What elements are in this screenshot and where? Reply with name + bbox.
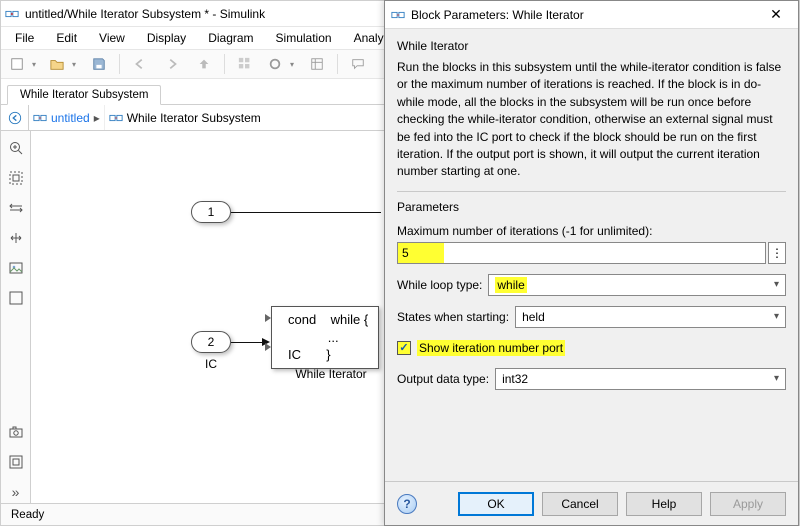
- open-model-button[interactable]: ▾: [45, 52, 81, 76]
- up-button[interactable]: [190, 52, 218, 76]
- states-when-starting-label: States when starting:: [397, 310, 509, 324]
- param-output-data-type: Output data type: int32 ▾: [397, 368, 786, 390]
- parameters-heading: Parameters: [397, 200, 786, 214]
- max-iterations-more-button[interactable]: ⋮: [768, 242, 786, 264]
- record-icon[interactable]: [5, 451, 27, 473]
- model-explorer-button[interactable]: [303, 52, 331, 76]
- help-button[interactable]: Help: [626, 492, 702, 516]
- ok-button[interactable]: OK: [458, 492, 534, 516]
- menu-diagram[interactable]: Diagram: [198, 29, 263, 47]
- output-data-type-combo[interactable]: int32 ▾: [495, 368, 786, 390]
- tab-while-iterator-subsystem[interactable]: While Iterator Subsystem: [7, 85, 161, 105]
- annotations-icon[interactable]: [5, 227, 27, 249]
- param-while-type: While loop type: while ▾: [397, 274, 786, 296]
- question-icon: ?: [403, 497, 410, 511]
- inport-block-1[interactable]: 1: [191, 201, 231, 223]
- param-states-when-starting: States when starting: held ▾: [397, 306, 786, 328]
- toolbar-separator: [119, 54, 120, 74]
- signal-wire: [231, 342, 263, 343]
- output-data-type-label: Output data type:: [397, 372, 489, 386]
- toggle-perspective-icon[interactable]: [5, 197, 27, 219]
- dialog-button-row: ? OK Cancel Help Apply: [385, 481, 798, 525]
- save-button[interactable]: [85, 52, 113, 76]
- chevron-down-icon: ▾: [774, 311, 779, 322]
- toolbar-separator: [224, 54, 225, 74]
- breadcrumb-back-button[interactable]: [1, 105, 29, 130]
- left-palette: »: [1, 131, 31, 503]
- menu-edit[interactable]: Edit: [46, 29, 87, 47]
- chevron-down-icon: ▾: [72, 60, 76, 69]
- simulink-app-icon: [5, 7, 19, 21]
- checkbox-icon: ✓: [397, 341, 411, 355]
- max-iterations-label: Maximum number of iterations (-1 for unl…: [397, 224, 786, 238]
- while-type-combo[interactable]: while ▾: [488, 274, 786, 296]
- show-iteration-port-label: Show iteration number port: [417, 340, 565, 356]
- input-port-icon: [265, 343, 271, 351]
- output-data-type-value: int32: [502, 372, 528, 386]
- library-browser-button[interactable]: [231, 52, 259, 76]
- close-icon: ✕: [770, 6, 782, 23]
- window-title: untitled/While Iterator Subsystem * - Si…: [25, 7, 265, 21]
- image-icon[interactable]: [5, 257, 27, 279]
- while-type-value: while: [495, 277, 526, 293]
- fit-to-view-icon[interactable]: [5, 167, 27, 189]
- comment-button[interactable]: [344, 52, 372, 76]
- chevron-down-icon: ▾: [290, 60, 294, 69]
- dialog-titlebar: Block Parameters: While Iterator ✕: [385, 1, 798, 29]
- inport-1-label: 1: [208, 205, 215, 219]
- simulink-model-icon: [33, 111, 47, 125]
- breadcrumb-current-label: While Iterator Subsystem: [127, 111, 261, 125]
- apply-button[interactable]: Apply: [710, 492, 786, 516]
- dialog-close-button[interactable]: ✕: [756, 1, 796, 28]
- while-iterator-block-text: cond while { ... IC }: [288, 312, 368, 362]
- breadcrumb-root[interactable]: untitled ▸: [29, 105, 105, 130]
- inport-2-caption: IC: [199, 357, 223, 371]
- context-help-button[interactable]: ?: [397, 494, 417, 514]
- block-parameters-dialog: Block Parameters: While Iterator ✕ While…: [384, 0, 799, 526]
- dialog-title: Block Parameters: While Iterator: [411, 8, 750, 22]
- chevron-down-icon: ▾: [774, 373, 779, 384]
- subsystem-icon: [109, 111, 123, 125]
- dialog-heading: While Iterator: [397, 39, 786, 53]
- screenshot-icon[interactable]: [5, 421, 27, 443]
- inport-block-2[interactable]: 2: [191, 331, 231, 353]
- toolbar-separator: [337, 54, 338, 74]
- inport-2-label: 2: [208, 335, 215, 349]
- while-iterator-block[interactable]: cond while { ... IC }: [271, 306, 379, 369]
- signal-wire: [231, 212, 381, 213]
- states-when-starting-combo[interactable]: held ▾: [515, 306, 786, 328]
- chevron-down-icon: ▾: [774, 279, 779, 290]
- show-iteration-port-checkbox[interactable]: ✓ Show iteration number port: [397, 340, 786, 356]
- new-model-button[interactable]: ▾: [5, 52, 41, 76]
- model-config-button[interactable]: ▾: [263, 52, 299, 76]
- chevron-down-icon: ▾: [32, 60, 36, 69]
- more-icon[interactable]: »: [5, 481, 27, 503]
- zoom-icon[interactable]: [5, 137, 27, 159]
- dialog-separator: [397, 191, 786, 192]
- param-max-iterations: Maximum number of iterations (-1 for unl…: [397, 224, 786, 264]
- dialog-description: Run the blocks in this subsystem until t…: [397, 59, 786, 181]
- while-iterator-block-label: While Iterator: [271, 367, 391, 381]
- menu-file[interactable]: File: [5, 29, 44, 47]
- dialog-body: While Iterator Run the blocks in this su…: [385, 29, 798, 481]
- cancel-button[interactable]: Cancel: [542, 492, 618, 516]
- max-iterations-input[interactable]: [397, 242, 766, 264]
- breadcrumb-root-label: untitled: [51, 111, 90, 125]
- back-button[interactable]: [126, 52, 154, 76]
- forward-button[interactable]: [158, 52, 186, 76]
- menu-view[interactable]: View: [89, 29, 135, 47]
- dialog-app-icon: [391, 8, 405, 22]
- input-port-icon: [265, 314, 271, 322]
- while-type-label: While loop type:: [397, 278, 482, 292]
- menu-display[interactable]: Display: [137, 29, 196, 47]
- viewmarks-icon[interactable]: [5, 287, 27, 309]
- menu-simulation[interactable]: Simulation: [266, 29, 342, 47]
- status-ready: Ready: [1, 509, 54, 521]
- breadcrumb-separator-icon: ▸: [94, 111, 100, 125]
- states-when-starting-value: held: [522, 310, 545, 324]
